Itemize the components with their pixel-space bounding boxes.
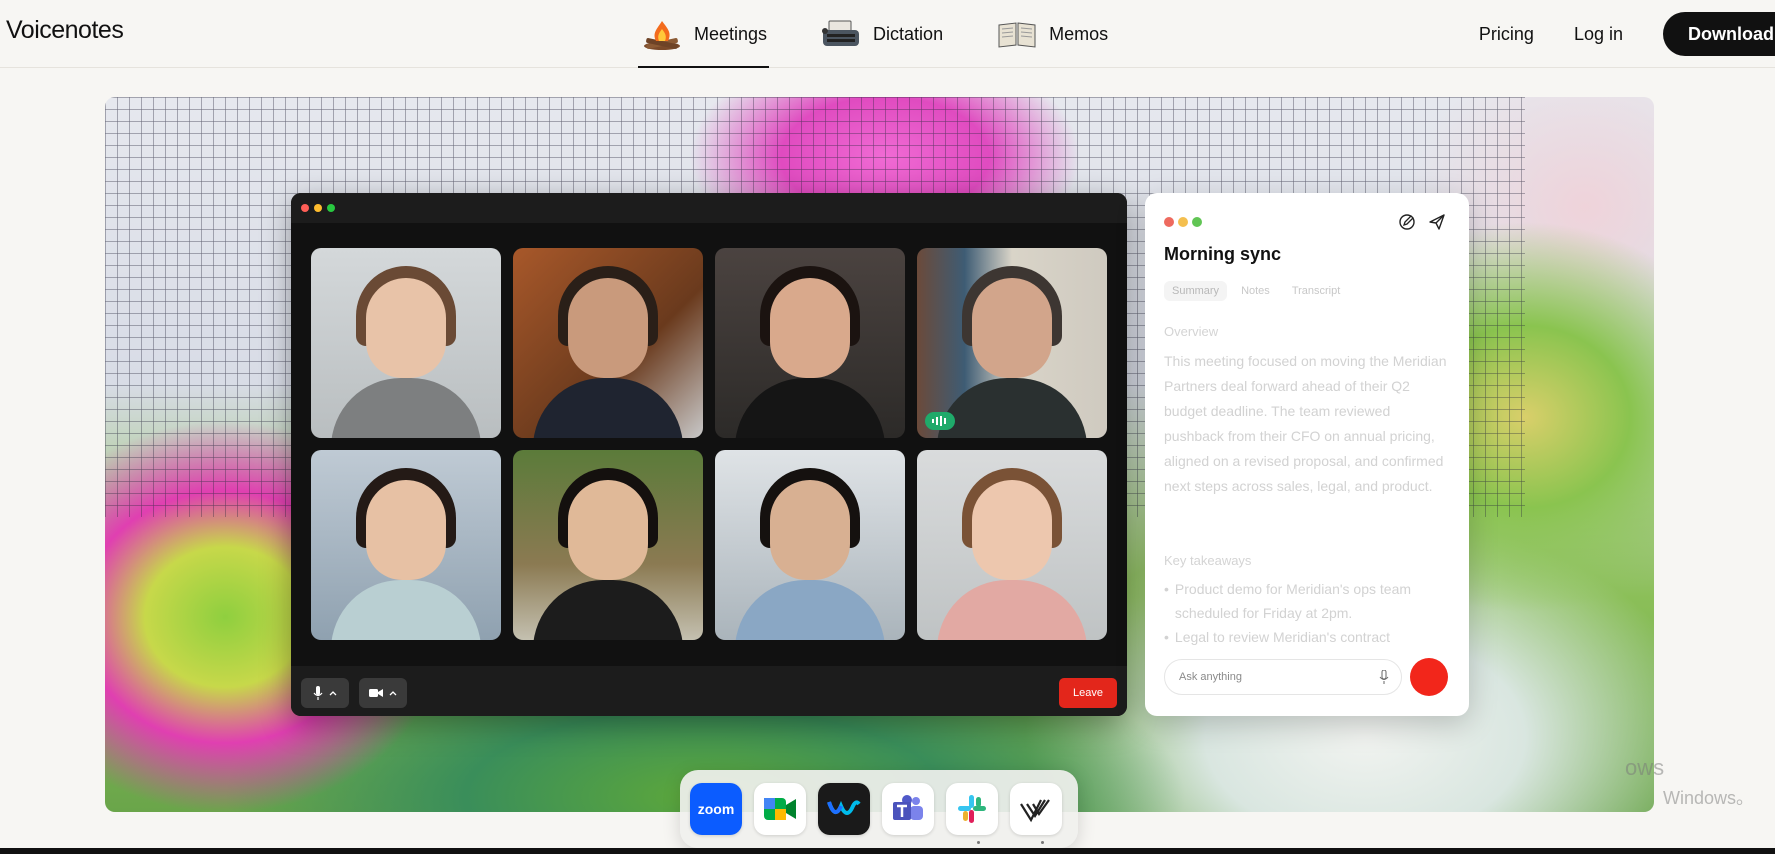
camera-button[interactable] <box>359 678 407 708</box>
tab-summary[interactable]: Summary <box>1164 281 1228 301</box>
activation-watermark-line2: Windows。 <box>1663 788 1755 808</box>
record-button[interactable] <box>1410 658 1448 696</box>
bottom-bar <box>0 848 1775 854</box>
download-button[interactable]: Download <box>1663 12 1775 56</box>
takeaway-text: Legal to review Meridian's contract <box>1174 629 1391 645</box>
takeaway-text: Product demo for Meridian's ops team sch… <box>1174 581 1412 621</box>
google-meet-app-icon[interactable] <box>754 783 806 835</box>
ask-input[interactable] <box>1179 671 1379 683</box>
video-camera-icon <box>764 798 796 820</box>
running-indicator <box>977 841 980 844</box>
close-dot[interactable] <box>301 204 309 212</box>
speaking-indicator-icon <box>925 412 955 430</box>
tab-transcript[interactable]: Transcript <box>1284 281 1349 301</box>
microphone-button[interactable] <box>301 678 349 708</box>
participant-tile[interactable] <box>715 248 905 438</box>
maximize-dot[interactable] <box>327 204 335 212</box>
participant-tile[interactable] <box>513 450 703 640</box>
slack-icon <box>958 795 986 823</box>
teams-icon <box>893 795 923 820</box>
nav-item-dictation[interactable]: Dictation <box>817 0 945 68</box>
typewriter-icon <box>822 20 860 46</box>
maximize-dot[interactable] <box>1192 217 1202 227</box>
chevron-up-icon <box>329 691 337 696</box>
call-controls: Leave <box>291 666 1127 716</box>
activation-watermark-line1: ows <box>1625 755 1665 780</box>
voicenotes-logo-icon <box>1020 799 1050 823</box>
participant-tile[interactable] <box>513 248 703 438</box>
tab-notes[interactable]: Notes <box>1233 281 1278 301</box>
nav-label-dictation: Dictation <box>873 23 944 44</box>
nav-label-memos: Memos <box>1049 23 1109 44</box>
nav-item-meetings[interactable]: Meetings <box>638 0 770 68</box>
book-icon <box>998 22 1036 48</box>
top-header: Voicenotes Meetings Dictation Memos Pric… <box>0 0 1775 68</box>
minimize-dot[interactable] <box>1178 217 1188 227</box>
minimize-dot[interactable] <box>314 204 322 212</box>
zoom-app-icon[interactable]: zoom <box>690 783 742 835</box>
video-camera-icon <box>369 689 383 697</box>
slack-app-icon[interactable] <box>946 783 998 835</box>
video-call-window: Leave <box>291 193 1127 716</box>
close-dot[interactable] <box>1164 217 1174 227</box>
call-titlebar <box>291 193 1127 223</box>
edit-icon[interactable] <box>1398 213 1416 231</box>
overview-heading: Overview <box>1164 324 1219 339</box>
chevron-up-icon <box>389 691 397 696</box>
microphone-icon[interactable] <box>1379 670 1389 684</box>
campfire-icon <box>644 21 680 50</box>
webex-app-icon[interactable] <box>818 783 870 835</box>
app-dock: zoom <box>680 770 1078 848</box>
participant-tile[interactable] <box>715 450 905 640</box>
participant-tile[interactable] <box>311 450 501 640</box>
teams-app-icon[interactable] <box>882 783 934 835</box>
pricing-link[interactable]: Pricing <box>1479 24 1534 45</box>
participant-tile[interactable] <box>311 248 501 438</box>
participant-tile[interactable] <box>917 248 1107 438</box>
zoom-label: zoom <box>697 801 735 817</box>
brand-logo[interactable]: Voicenotes <box>6 16 124 45</box>
main-nav: Meetings Dictation Memos <box>638 0 1158 68</box>
nav-item-memos[interactable]: Memos <box>993 0 1110 68</box>
takeaways-list: • Product demo for Meridian's ops team sc… <box>1164 577 1454 649</box>
login-link[interactable]: Log in <box>1574 24 1623 45</box>
list-item: • Legal to review Meridian's contract <box>1164 625 1454 649</box>
nav-label-meetings: Meetings <box>694 23 768 44</box>
overview-text: This meeting focused on moving the Merid… <box>1164 353 1447 494</box>
ask-anything-field[interactable] <box>1164 659 1402 695</box>
notes-title: Morning sync <box>1164 244 1282 264</box>
voicenotes-app-icon[interactable] <box>1010 783 1062 835</box>
webex-icon <box>827 800 861 815</box>
meeting-notes-panel: Morning sync Summary Notes Transcript Ov… <box>1145 193 1469 716</box>
microphone-icon <box>313 686 323 700</box>
running-indicator <box>1041 841 1044 844</box>
header-actions: Pricing Log in Download <box>1479 0 1775 68</box>
takeaways-heading: Key takeaways <box>1164 553 1252 568</box>
list-item: • Product demo for Meridian's ops team sc… <box>1164 577 1454 625</box>
leave-call-button[interactable]: Leave <box>1059 678 1117 708</box>
participant-tile[interactable] <box>917 450 1107 640</box>
notes-tabs: Summary Notes Transcript <box>1164 281 1348 301</box>
send-icon[interactable] <box>1428 213 1446 231</box>
